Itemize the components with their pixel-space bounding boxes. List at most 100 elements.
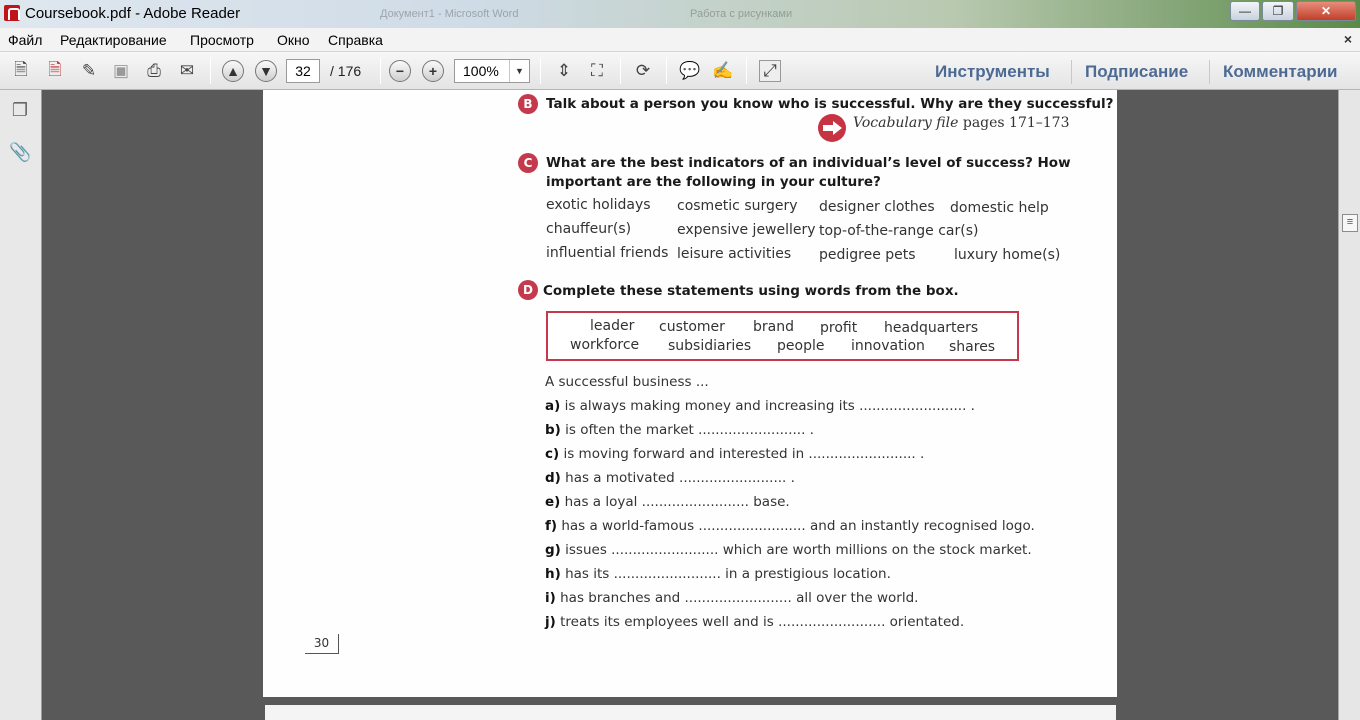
statement-line: h) has its ......................... in …: [545, 566, 891, 582]
menu-edit[interactable]: Редактирование: [60, 32, 167, 48]
scrollbar-thumb[interactable]: ≡: [1342, 214, 1358, 232]
toolbar-divider: [210, 58, 211, 84]
page-thumbnails-icon[interactable]: ❐: [9, 100, 31, 124]
statement-text: issues ......................... which a…: [565, 542, 1032, 558]
statement-line: f) has a world-famous ..................…: [545, 518, 1035, 534]
statement-letter: d): [545, 470, 561, 486]
statement-letter: i): [545, 590, 556, 606]
fit-width-icon[interactable]: ⛶: [586, 60, 608, 82]
pdf-page: B Talk about a person you know who is su…: [263, 90, 1117, 697]
statement-letter: e): [545, 494, 561, 510]
vocabulary-reference: Vocabulary file pages 171–173: [853, 115, 1070, 131]
statement-text: is often the market ....................…: [565, 422, 814, 438]
toolbar: 🗎 🗎 ✎ ▣ ⎙ ✉ ▲ ▼ 32 / 176 − + 100% ▼ ⇕ ⛶ …: [0, 52, 1360, 90]
read-mode-icon[interactable]: ⟳: [632, 60, 654, 82]
statement-text: has its ......................... in a p…: [565, 566, 891, 582]
box-word: brand: [753, 319, 794, 335]
menu-help[interactable]: Справка: [328, 32, 383, 48]
statement-text: has a motivated ........................…: [565, 470, 795, 486]
statement-text: treats its employees well and is .......…: [560, 614, 965, 630]
highlight-icon[interactable]: ✍: [712, 60, 734, 82]
success-indicator-item: influential friends: [546, 245, 669, 261]
email-icon[interactable]: ✉: [176, 60, 198, 82]
print-icon[interactable]: ⎙: [143, 60, 165, 82]
next-pdf-page: [265, 705, 1116, 720]
save-icon[interactable]: ▣: [110, 60, 132, 82]
chevron-down-icon[interactable]: ▼: [509, 60, 529, 82]
tools-pane-link[interactable]: Инструменты: [935, 62, 1050, 82]
statement-line: i) has branches and ....................…: [545, 590, 918, 606]
box-word: headquarters: [884, 320, 979, 336]
section-b-badge: B: [518, 94, 538, 114]
comments-pane-link[interactable]: Комментарии: [1223, 62, 1337, 82]
toolbar-divider: [1209, 60, 1210, 84]
menu-file[interactable]: Файл: [8, 32, 42, 48]
sign-pane-link[interactable]: Подписание: [1085, 62, 1188, 82]
zoom-value: 100%: [463, 63, 499, 79]
zoom-select[interactable]: 100% ▼: [454, 59, 530, 83]
statement-line: c) is moving forward and interested in .…: [545, 446, 924, 462]
menu-window[interactable]: Окно: [277, 32, 310, 48]
statement-text: has a world-famous .....................…: [561, 518, 1035, 534]
toolbar-divider: [746, 58, 747, 84]
success-indicator-item: cosmetic surgery: [677, 198, 798, 214]
statement-line: g) issues ......................... whic…: [545, 542, 1032, 558]
menu-bar: Файл Редактирование Просмотр Окно Справк…: [0, 28, 1360, 52]
statement-letter: f): [545, 518, 558, 534]
document-viewport[interactable]: B Talk about a person you know who is su…: [42, 90, 1338, 720]
background-tab-title: Документ1 - Microsoft Word: [380, 8, 519, 20]
box-word: leader: [590, 318, 635, 334]
box-word: innovation: [851, 338, 925, 354]
success-indicator-item: pedigree pets: [819, 247, 916, 263]
box-word: workforce: [570, 337, 640, 353]
success-indicator-item: leisure activities: [677, 246, 792, 262]
vertical-scrollbar[interactable]: ≡: [1338, 90, 1360, 720]
zoom-in-button[interactable]: +: [422, 60, 444, 82]
adobe-reader-icon: [4, 5, 20, 21]
box-word: profit: [820, 320, 858, 336]
statement-letter: j): [545, 614, 556, 630]
section-d-badge: D: [518, 280, 538, 300]
toolbar-divider: [1071, 60, 1072, 84]
previous-page-button[interactable]: ▲: [222, 60, 244, 82]
zoom-out-button[interactable]: −: [389, 60, 411, 82]
create-pdf-icon[interactable]: 🗎: [10, 60, 32, 82]
section-c-question-line2: important are the following in your cult…: [546, 174, 881, 190]
background-tab-title: Работа с рисунками: [690, 8, 793, 20]
page-number: 30: [305, 634, 339, 654]
statement-letter: b): [545, 422, 561, 438]
toolbar-divider: [380, 58, 381, 84]
menu-view[interactable]: Просмотр: [190, 32, 254, 48]
maximize-button[interactable]: ❐: [1262, 1, 1294, 21]
statement-line: b) is often the market .................…: [545, 422, 814, 438]
next-page-button[interactable]: ▼: [255, 60, 277, 82]
minimize-button[interactable]: —: [1230, 1, 1260, 21]
arrow-right-icon: [818, 114, 846, 142]
toolbar-divider: [666, 58, 667, 84]
statement-letter: c): [545, 446, 560, 462]
statement-letter: a): [545, 398, 561, 414]
fit-page-icon[interactable]: ⇕: [553, 60, 575, 82]
page-number-input[interactable]: 32: [286, 59, 320, 83]
attachments-icon[interactable]: 📎: [9, 142, 31, 166]
comment-icon[interactable]: 💬: [679, 60, 701, 82]
statement-text: is moving forward and interested in ....…: [563, 446, 925, 462]
section-c-question-line1: What are the best indicators of an indiv…: [546, 155, 1071, 171]
success-indicator-item: expensive jewellery: [677, 222, 816, 238]
success-indicator-item: exotic holidays: [546, 197, 651, 213]
expand-icon[interactable]: ⤢: [759, 60, 781, 82]
section-c-badge: C: [518, 153, 538, 173]
statement-text: has a loyal ......................... ba…: [564, 494, 790, 510]
close-window-button[interactable]: ✕: [1296, 1, 1356, 21]
statement-intro: A successful business ...: [545, 374, 709, 390]
export-pdf-icon[interactable]: 🗎: [44, 60, 66, 82]
statement-line: j) treats its employees well and is ....…: [545, 614, 964, 630]
page-total: / 176: [330, 63, 362, 79]
section-d-question: Complete these statements using words fr…: [543, 283, 959, 299]
vocabulary-file-label: Vocabulary file: [853, 115, 959, 131]
close-document-icon[interactable]: ×: [1344, 31, 1352, 47]
title-bar: Coursebook.pdf - Adobe Reader Документ1 …: [0, 0, 1360, 28]
edit-pdf-icon[interactable]: ✎: [78, 60, 100, 82]
toolbar-divider: [620, 58, 621, 84]
statement-text: is always making money and increasing it…: [564, 398, 975, 414]
